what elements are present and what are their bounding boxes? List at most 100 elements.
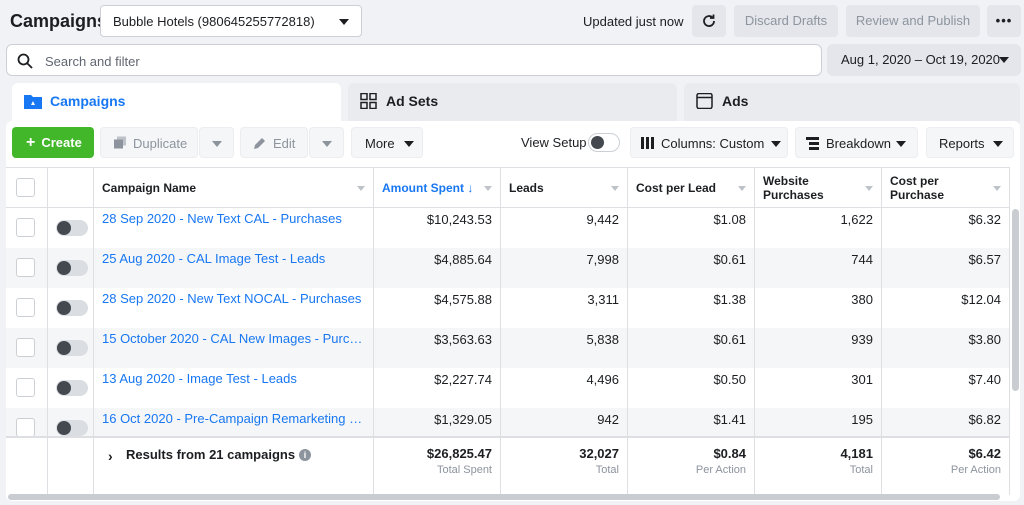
- total-cpp-cell: $6.42 Per Action: [882, 438, 1010, 495]
- column-header-website-purchases[interactable]: Website Purchases: [755, 167, 882, 208]
- campaign-toggle[interactable]: [56, 420, 88, 436]
- toggle-knob: [57, 221, 71, 235]
- row-checkbox[interactable]: [16, 338, 35, 357]
- edit-label: Edit: [273, 136, 296, 151]
- duplicate-dropdown-button[interactable]: [199, 127, 234, 158]
- chevron-down-icon: [484, 186, 492, 191]
- tab-ad-sets[interactable]: Ad Sets: [348, 83, 677, 123]
- create-label: Create: [41, 135, 82, 150]
- review-publish-button[interactable]: Review and Publish: [846, 5, 980, 37]
- breakdown-label: Breakdown: [826, 136, 892, 151]
- results-summary: Results from 21 campaigns i: [126, 447, 312, 462]
- column-header-campaign-name[interactable]: Campaign Name: [94, 167, 374, 208]
- column-label: Amount Spent: [382, 181, 464, 195]
- campaign-name-link[interactable]: 15 October 2020 - CAL New Images - Purch…: [102, 328, 365, 350]
- leads-cell: 9,442: [501, 208, 628, 248]
- date-range-picker[interactable]: Aug 1, 2020 – Oct 19, 2020: [827, 44, 1021, 76]
- duplicate-button[interactable]: Duplicate: [100, 127, 198, 158]
- table-row[interactable]: 28 Sep 2020 - New Text NOCAL - Purchases…: [6, 288, 1010, 328]
- horizontal-scrollbar[interactable]: [8, 494, 1000, 500]
- vertical-scrollbar[interactable]: [1012, 209, 1019, 391]
- campaign-toggle[interactable]: [56, 380, 88, 396]
- column-header-cost-per-purchase[interactable]: Cost per Purchase: [882, 167, 1010, 208]
- amount-spent-cell: $1,329.05: [374, 408, 501, 436]
- columns-label: Columns: Custom: [661, 136, 765, 151]
- row-checkbox[interactable]: [16, 218, 35, 237]
- breakdown-button[interactable]: Breakdown: [795, 127, 918, 158]
- table-row[interactable]: 15 October 2020 - CAL New Images - Purch…: [6, 328, 1010, 368]
- row-checkbox[interactable]: [16, 378, 35, 397]
- column-label: Website Purchases: [763, 174, 824, 202]
- row-select-cell: [6, 208, 48, 248]
- results-label: Results from 21 campaigns: [126, 447, 296, 462]
- campaign-name-link[interactable]: 16 Oct 2020 - Pre-Campaign Remarketing -…: [102, 408, 365, 430]
- row-toggle-cell: [48, 328, 94, 368]
- cost-per-lead-cell: $0.61: [628, 328, 755, 368]
- column-header-cost-per-lead[interactable]: Cost per Lead: [628, 167, 755, 208]
- info-icon[interactable]: i: [299, 449, 312, 461]
- chevron-right-icon[interactable]: ›: [108, 448, 113, 464]
- table-row[interactable]: 13 Aug 2020 - Image Test - Leads $2,227.…: [6, 368, 1010, 408]
- campaign-name-link[interactable]: 28 Sep 2020 - New Text NOCAL - Purchases: [102, 288, 365, 310]
- create-button[interactable]: + Create: [12, 127, 94, 158]
- edit-dropdown-button[interactable]: [309, 127, 344, 158]
- chevron-down-icon: [611, 186, 619, 191]
- update-status: Updated just now: [583, 14, 684, 29]
- table-row[interactable]: 16 Oct 2020 - Pre-Campaign Remarketing -…: [6, 408, 1010, 436]
- campaign-toggle[interactable]: [56, 300, 88, 316]
- table-row[interactable]: 25 Aug 2020 - CAL Image Test - Leads $4,…: [6, 248, 1010, 288]
- campaign-name-cell: 16 Oct 2020 - Pre-Campaign Remarketing -…: [94, 408, 374, 436]
- total-leads-value: 32,027: [579, 446, 619, 461]
- columns-button[interactable]: Columns: Custom: [630, 127, 788, 158]
- column-label: Cost per Lead: [636, 181, 717, 195]
- row-checkbox[interactable]: [16, 418, 35, 436]
- total-cpl-caption: Per Action: [695, 464, 746, 476]
- refresh-button[interactable]: [692, 5, 726, 37]
- tab-label: Ad Sets: [386, 93, 439, 109]
- account-selector[interactable]: Bubble Hotels (980645255772818): [100, 5, 362, 37]
- toggle-knob: [591, 136, 604, 149]
- column-header-leads[interactable]: Leads: [501, 167, 628, 208]
- view-setup-toggle[interactable]: [588, 133, 620, 152]
- total-cpl-cell: $0.84 Per Action: [628, 438, 755, 495]
- campaign-toggle[interactable]: [56, 340, 88, 356]
- website-purchases-cell: 301: [755, 368, 882, 408]
- row-checkbox[interactable]: [16, 258, 35, 277]
- campaign-toggle[interactable]: [56, 260, 88, 276]
- discard-drafts-button[interactable]: Discard Drafts: [734, 5, 838, 37]
- column-label: Campaign Name: [102, 181, 197, 195]
- column-label: Cost per Purchase: [890, 174, 945, 202]
- amount-spent-cell: $3,563.63: [374, 328, 501, 368]
- campaign-name-cell: 13 Aug 2020 - Image Test - Leads: [94, 368, 374, 408]
- cost-per-lead-cell: $1.41: [628, 408, 755, 436]
- tab-ads[interactable]: Ads: [684, 83, 1020, 123]
- campaign-name-link[interactable]: 13 Aug 2020 - Image Test - Leads: [102, 368, 365, 390]
- toggle-knob: [57, 421, 71, 435]
- search-input[interactable]: [45, 51, 805, 71]
- refresh-icon: [703, 14, 715, 27]
- select-all-checkbox[interactable]: [16, 178, 35, 197]
- amount-spent-cell: $10,243.53: [374, 208, 501, 248]
- website-purchases-cell: 939: [755, 328, 882, 368]
- page-title: Campaigns: [10, 11, 108, 31]
- campaign-name-link[interactable]: 28 Sep 2020 - New Text CAL - Purchases: [102, 208, 365, 230]
- more-actions-button[interactable]: More: [351, 127, 423, 158]
- total-cpp-value: $6.42: [968, 446, 1001, 461]
- campaign-toggle[interactable]: [56, 220, 88, 236]
- row-select-cell: [6, 368, 48, 408]
- column-header-amount-spent[interactable]: Amount Spent ↓: [374, 167, 501, 208]
- cost-per-purchase-cell: $12.04: [882, 288, 1010, 328]
- edit-button[interactable]: Edit: [240, 127, 308, 158]
- row-checkbox[interactable]: [16, 298, 35, 317]
- row-toggle-cell: [48, 208, 94, 248]
- cost-per-purchase-cell: $6.82: [882, 408, 1010, 436]
- total-purchases-value: 4,181: [840, 446, 873, 461]
- table-row[interactable]: 28 Sep 2020 - New Text CAL - Purchases $…: [6, 208, 1010, 248]
- campaign-name-link[interactable]: 25 Aug 2020 - CAL Image Test - Leads: [102, 248, 365, 270]
- select-all-header: [6, 167, 48, 208]
- reports-button[interactable]: Reports: [926, 127, 1014, 158]
- leads-cell: 4,496: [501, 368, 628, 408]
- more-options-button[interactable]: •••: [987, 5, 1021, 37]
- row-select-cell: [6, 288, 48, 328]
- row-toggle-cell: [48, 288, 94, 328]
